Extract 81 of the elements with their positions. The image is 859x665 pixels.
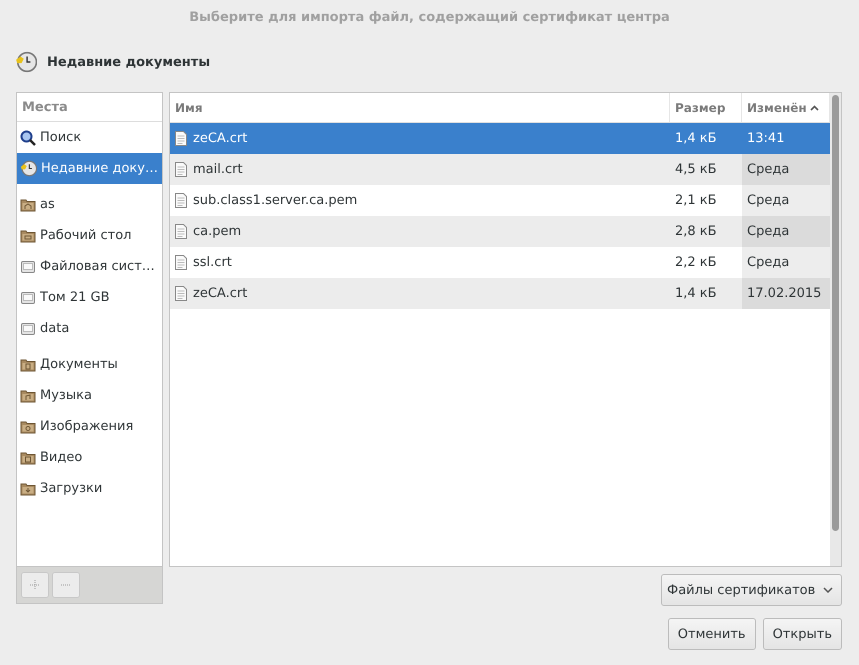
sidebar-item-label: Файловая сист… xyxy=(40,259,155,274)
folder-icon xyxy=(20,196,36,212)
sidebar-item[interactable]: data xyxy=(17,313,162,344)
drive-icon xyxy=(20,320,36,336)
table-cell-text: 2,1 кБ xyxy=(674,192,718,210)
sidebar-item-label: Документы xyxy=(40,357,118,372)
sidebar-item-label: Музыка xyxy=(40,388,92,403)
scrollbar-thumb[interactable] xyxy=(832,95,839,531)
folder-icon xyxy=(20,356,36,372)
add-button[interactable] xyxy=(21,572,49,598)
folder-icon xyxy=(20,480,36,496)
table-cell: Среда xyxy=(742,154,830,185)
file-row[interactable]: mail.crt 4,5 кБ Среда xyxy=(170,154,830,185)
table-cell: zeCA.crt xyxy=(170,123,670,154)
table-cell-text: 13:41 xyxy=(746,130,786,148)
sidebar-item[interactable]: Поиск xyxy=(17,122,162,153)
sort-caret-icon xyxy=(810,104,819,110)
clock-icon xyxy=(15,51,37,73)
table-cell: ssl.crt xyxy=(170,247,670,278)
file-icon xyxy=(174,192,188,209)
clock-icon xyxy=(20,160,37,177)
folder-icon xyxy=(20,228,36,244)
sidebar-item[interactable]: Видео xyxy=(17,442,162,473)
table-cell-text: 2,8 кБ xyxy=(674,223,718,241)
table-cell-text: 1,4 кБ xyxy=(674,285,718,303)
minus-icon xyxy=(61,584,71,586)
filter-dropdown[interactable]: Файлы сертификатов xyxy=(661,574,842,606)
table-cell: zeCA.crt xyxy=(170,278,670,309)
sidebar-item-label: as xyxy=(40,197,55,212)
sidebar-item[interactable]: Документы xyxy=(17,349,162,380)
chevron-down-icon xyxy=(823,587,833,593)
table-cell: sub.class1.server.ca.pem xyxy=(170,185,670,216)
location-label: Недавние документы xyxy=(47,54,210,70)
remove-button[interactable] xyxy=(52,572,80,598)
sidebar-item-label: Рабочий стол xyxy=(40,228,132,243)
dialog-button[interactable]: Открыть xyxy=(762,618,842,650)
sidebar-item-label: Изображения xyxy=(40,419,134,434)
file-row[interactable]: ca.pem 2,8 кБ Среда xyxy=(170,216,830,247)
folder-icon xyxy=(20,450,36,466)
table-cell: Среда xyxy=(742,247,830,278)
drive-icon xyxy=(20,258,36,274)
sidebar-item[interactable]: as xyxy=(17,189,162,220)
sidebar-item-label: Том 21 GB xyxy=(40,290,110,305)
search-icon xyxy=(20,130,36,146)
column-header[interactable]: Размер xyxy=(670,93,742,122)
plus-icon xyxy=(30,580,40,590)
file-row[interactable]: zeCA.crt 1,4 кБ 17.02.2015 xyxy=(170,278,830,309)
table-cell: mail.crt xyxy=(170,154,670,185)
file-icon xyxy=(174,223,188,240)
sidebar-item-label: data xyxy=(40,321,70,336)
table-cell: Среда xyxy=(742,216,830,247)
sidebar-item[interactable]: Файловая сист… xyxy=(17,251,162,282)
sidebar-item[interactable]: Рабочий стол xyxy=(17,220,162,251)
sidebar-item-label: Загрузки xyxy=(40,481,102,496)
scrollbar[interactable] xyxy=(830,93,841,566)
table-cell: ca.pem xyxy=(170,216,670,247)
sidebar-item[interactable]: Недавние доку… xyxy=(17,153,162,184)
folder-icon xyxy=(20,388,36,404)
sidebar-item[interactable]: Изображения xyxy=(17,411,162,442)
file-row[interactable]: zeCA.crt 1,4 кБ 13:41 xyxy=(170,123,830,154)
sidebar-item-label: Недавние доку… xyxy=(41,161,158,176)
file-icon xyxy=(174,130,188,147)
table-cell-text: 2,2 кБ xyxy=(674,254,718,272)
drive-icon xyxy=(20,290,36,306)
folder-icon xyxy=(20,418,36,434)
window-title: Выберите для импорта файл, содержащий сертификат центра xyxy=(188,8,671,26)
sidebar-header: Места xyxy=(17,93,162,122)
dialog-button[interactable]: Отменить xyxy=(668,618,756,650)
column-header[interactable]: Имя xyxy=(170,93,670,122)
table-cell-text: 1,4 кБ xyxy=(674,130,718,148)
file-icon xyxy=(174,285,188,302)
sidebar-item-label: Поиск xyxy=(40,130,82,145)
table-cell-text: 4,5 кБ xyxy=(674,161,718,179)
file-icon xyxy=(174,161,188,178)
sidebar-item-label: Видео xyxy=(40,450,82,465)
table-cell: 17.02.2015 xyxy=(742,278,830,309)
sidebar-item[interactable]: Музыка xyxy=(17,380,162,411)
sidebar-item[interactable]: Том 21 GB xyxy=(17,282,162,313)
file-icon xyxy=(174,254,188,271)
table-cell: Среда xyxy=(742,185,830,216)
sidebar-item[interactable]: Загрузки xyxy=(17,473,162,504)
